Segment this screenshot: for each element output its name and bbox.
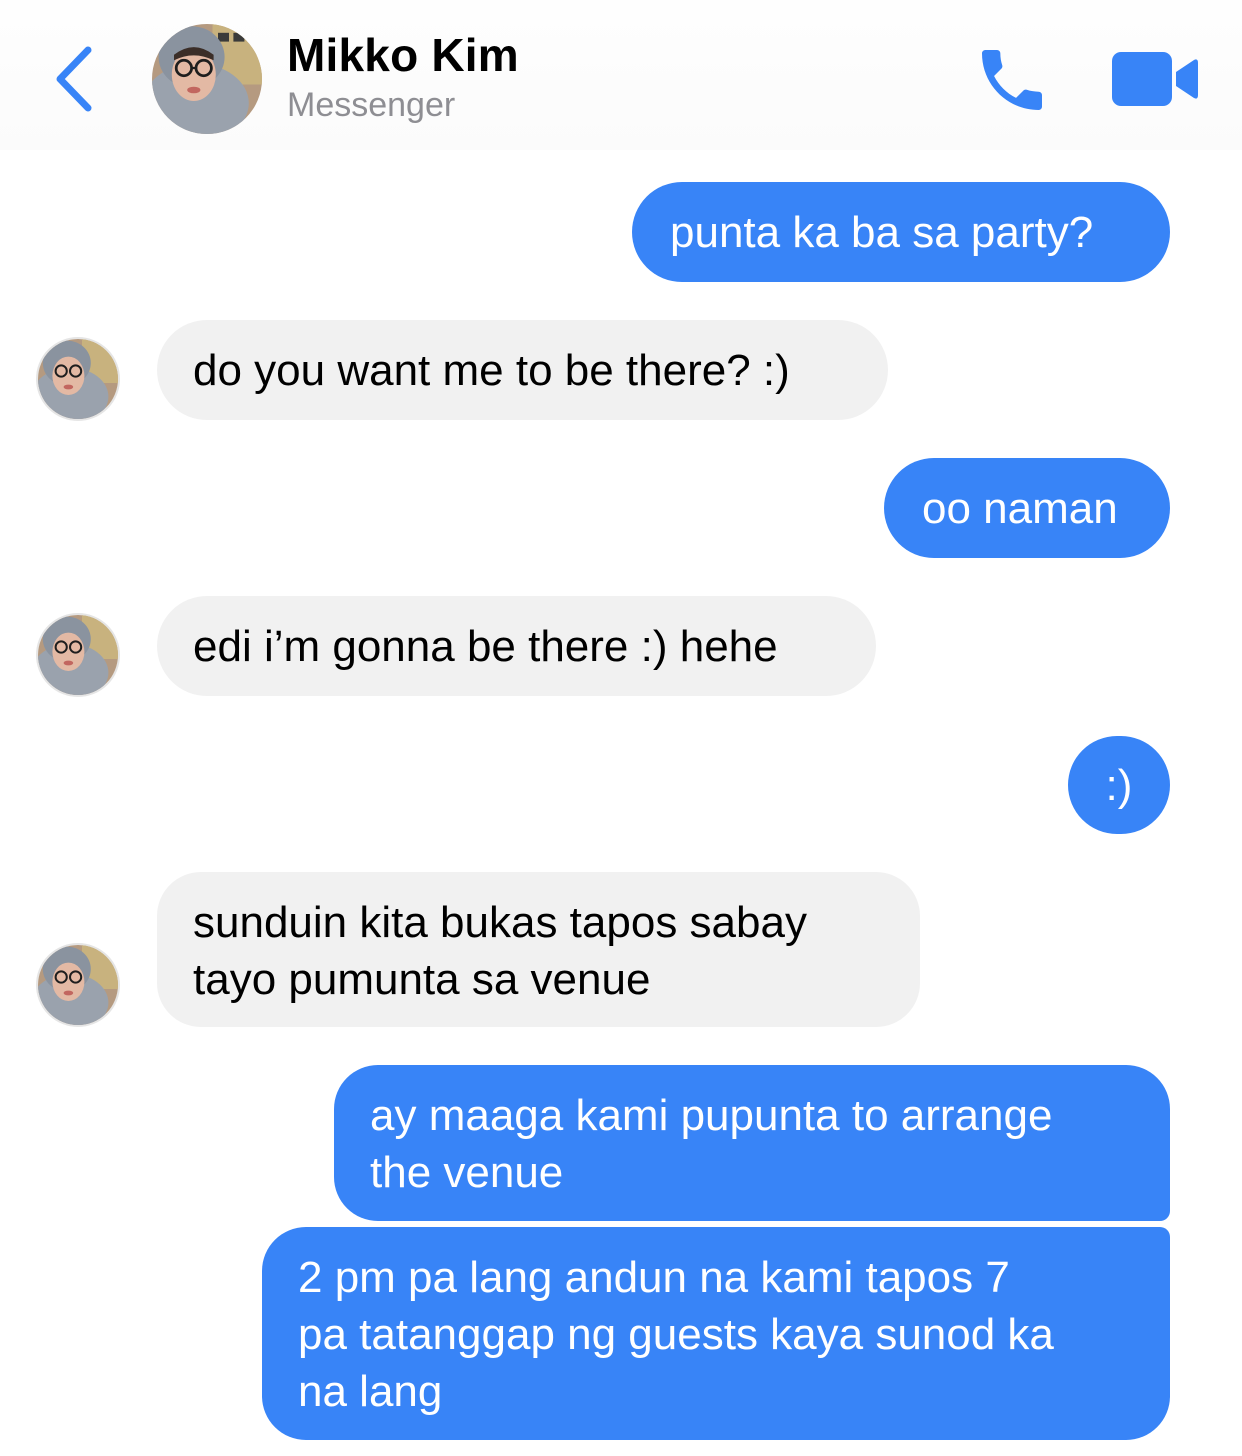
contact-name[interactable]: Mikko Kim	[287, 28, 519, 82]
phone-icon	[982, 50, 1042, 110]
message-text: oo naman	[922, 484, 1118, 533]
message-text: na lang	[298, 1367, 443, 1416]
contact-avatar[interactable]	[152, 24, 262, 134]
message-text: punta ka ba sa party?	[670, 208, 1094, 257]
message-text: sunduin kita bukas tapos sabay	[193, 898, 807, 947]
message-incoming[interactable]: do you want me to be there? :)	[157, 320, 888, 420]
video-camera-icon	[1112, 52, 1198, 106]
message-text: ay maaga kami pupunta to arrange	[370, 1091, 1053, 1140]
message-text: do you want me to be there? :)	[193, 346, 790, 395]
call-button[interactable]	[972, 40, 1052, 120]
contact-avatar-small[interactable]	[36, 337, 120, 421]
message-text: 2 pm pa lang andun na kami tapos 7	[298, 1253, 1010, 1302]
contact-subtitle: Messenger	[287, 86, 456, 124]
back-button[interactable]	[50, 44, 100, 114]
message-text: pa tatanggap ng guests kaya sunod ka	[298, 1310, 1054, 1359]
message-incoming[interactable]: sunduin kita bukas tapos sabay tayo pumu…	[157, 872, 920, 1027]
chat-screen: Mikko Kim Messenger punta ka ba sa party…	[0, 0, 1242, 1456]
message-outgoing[interactable]: :)	[1068, 736, 1170, 834]
message-text: the venue	[370, 1148, 564, 1197]
message-outgoing[interactable]: punta ka ba sa party?	[632, 182, 1170, 282]
message-text: :)	[1105, 761, 1133, 810]
contact-avatar-small[interactable]	[36, 943, 120, 1027]
message-text: tayo pumunta sa venue	[193, 955, 651, 1004]
video-call-button[interactable]	[1110, 48, 1200, 110]
message-incoming[interactable]: edi i’m gonna be there :) hehe	[157, 596, 876, 696]
message-outgoing[interactable]: ay maaga kami pupunta to arrange the ven…	[334, 1065, 1170, 1221]
contact-avatar-small[interactable]	[36, 613, 120, 697]
message-outgoing[interactable]: oo naman	[884, 458, 1170, 558]
chat-header: Mikko Kim Messenger	[0, 0, 1242, 150]
chevron-left-icon	[56, 46, 92, 112]
message-text: edi i’m gonna be there :) hehe	[193, 622, 778, 671]
message-outgoing[interactable]: 2 pm pa lang andun na kami tapos 7 pa ta…	[262, 1227, 1170, 1440]
